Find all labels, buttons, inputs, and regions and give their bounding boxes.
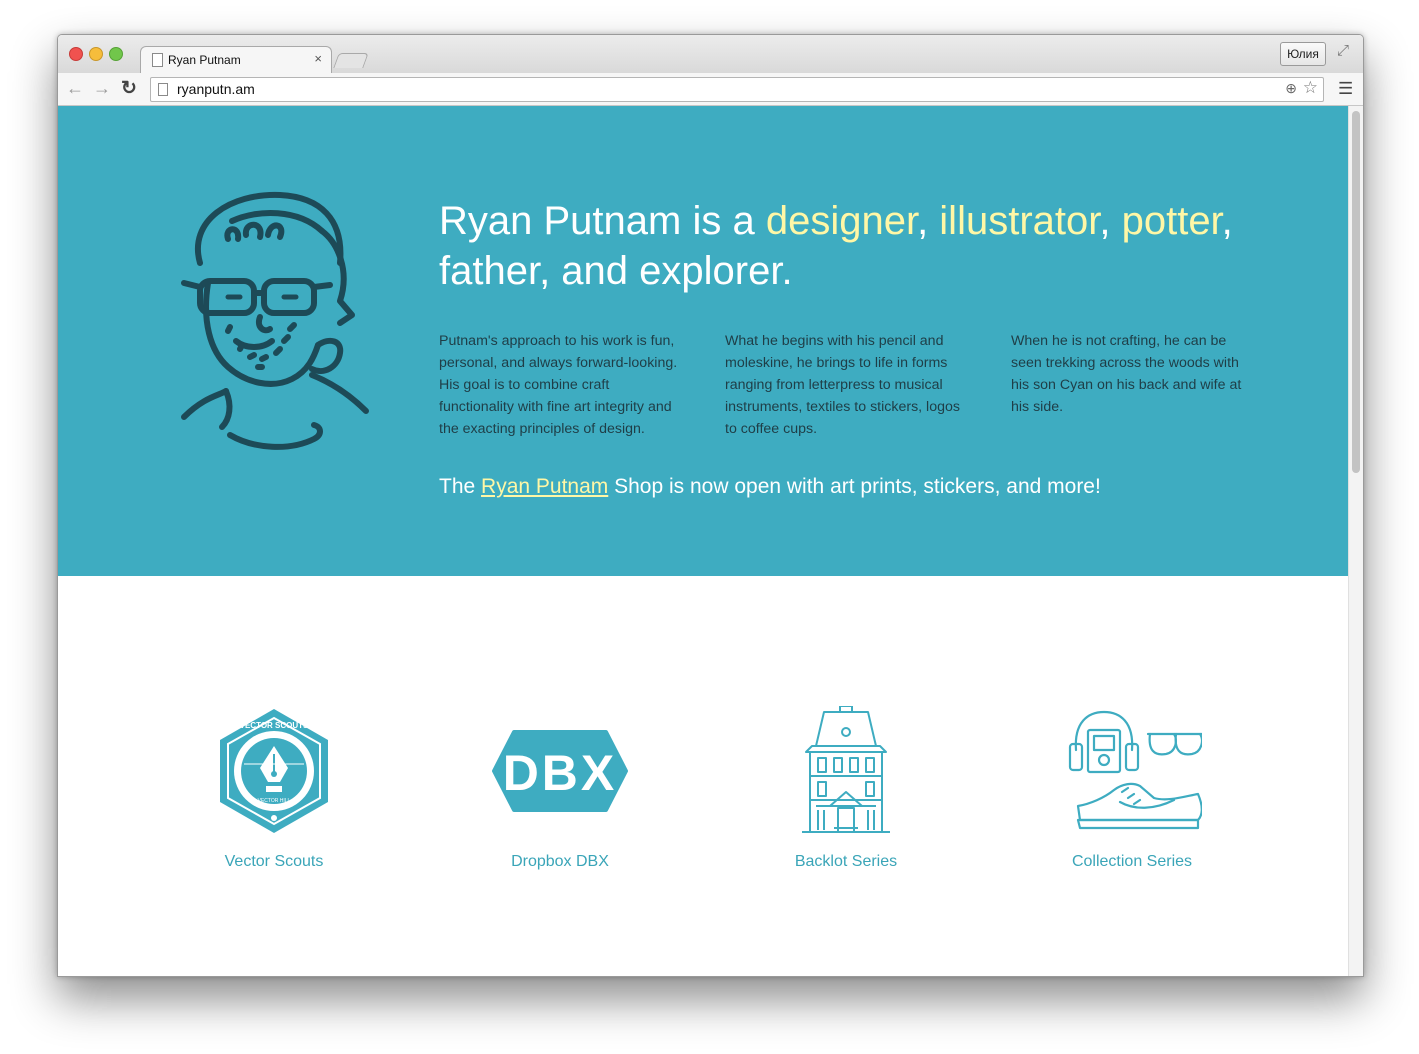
reload-icon[interactable]: ↻: [121, 77, 137, 100]
project-vector-scouts[interactable]: VECTOR HILL VECTOR SCOUTS Vector Scouts: [154, 706, 394, 871]
shop-suffix: Shop is now open with art prints, sticke…: [608, 475, 1101, 498]
headline-role-designer: designer: [765, 199, 918, 243]
page-icon: [158, 83, 168, 96]
project-dropbox-dbx[interactable]: DBX Dropbox DBX: [440, 706, 680, 871]
bio-column-work: What he begins with his pencil and moles…: [725, 333, 960, 437]
vector-scouts-badge-icon[interactable]: VECTOR HILL VECTOR SCOUTS: [204, 706, 344, 836]
minimize-window-button[interactable]: [89, 47, 103, 61]
tab-close-icon[interactable]: ×: [314, 51, 322, 66]
hero-section: Ryan Putnam is a designer, illustrator, …: [58, 106, 1348, 576]
portrait-illustration: [181, 191, 369, 450]
browser-window: Ryan Putnam × Юлия ⤢ ← → ↻ ryanputn.am ⊕…: [57, 34, 1364, 977]
scrollbar-thumb[interactable]: [1352, 111, 1360, 473]
tab-title: Ryan Putnam: [168, 53, 241, 67]
user-profile-button[interactable]: Юлия: [1280, 42, 1326, 66]
shop-announcement: The Ryan Putnam Shop is now open with ar…: [439, 475, 1239, 499]
browser-toolbar: ← → ↻ ryanputn.am ⊕ ☆ ☰: [58, 73, 1363, 106]
browser-tab[interactable]: Ryan Putnam ×: [140, 46, 332, 74]
victorian-house-icon[interactable]: [776, 706, 916, 836]
project-label[interactable]: Vector Scouts: [154, 853, 394, 871]
page-viewport: Ryan Putnam is a designer, illustrator, …: [58, 106, 1348, 976]
url-text[interactable]: ryanputn.am: [177, 81, 255, 97]
bio-column-approach: Putnam's approach to his work is fun, pe…: [439, 333, 678, 437]
headline-separator: ,: [917, 199, 940, 243]
dbx-text: DBX: [503, 745, 618, 801]
project-label[interactable]: Dropbox DBX: [440, 853, 680, 871]
zoom-icon[interactable]: ⊕: [1285, 80, 1297, 97]
badge-subtitle: VECTOR HILL: [258, 798, 291, 804]
shop-prefix: The: [439, 475, 482, 498]
shop-link[interactable]: Ryan Putnam: [481, 475, 608, 498]
fullscreen-icon[interactable]: ⤢: [1337, 42, 1349, 59]
title-bar: Ryan Putnam × Юлия ⤢: [58, 35, 1363, 74]
vertical-scrollbar[interactable]: [1348, 106, 1363, 976]
project-backlot-series[interactable]: Backlot Series: [726, 706, 966, 871]
new-tab-button[interactable]: [333, 53, 369, 68]
menu-icon[interactable]: ☰: [1338, 79, 1353, 99]
bio-column-personal: When he is not crafting, he can be seen …: [1011, 333, 1242, 415]
zoom-window-button[interactable]: [109, 47, 123, 61]
project-collection-series[interactable]: Collection Series: [1012, 706, 1252, 871]
dbx-hexagon-icon[interactable]: DBX: [490, 706, 630, 836]
hero-headline: Ryan Putnam is a designer, illustrator, …: [439, 196, 1259, 296]
address-bar[interactable]: ryanputn.am ⊕ ☆: [150, 77, 1324, 102]
headphones-sunglasses-sneaker-icon[interactable]: [1062, 706, 1202, 836]
project-label[interactable]: Collection Series: [1012, 853, 1252, 871]
headline-prefix: Ryan Putnam is a: [439, 199, 766, 243]
back-arrow-icon[interactable]: ←: [66, 78, 84, 99]
badge-title: VECTOR SCOUTS: [240, 721, 309, 730]
headline-role-illustrator: illustrator: [939, 199, 1100, 243]
close-window-button[interactable]: [69, 47, 83, 61]
page-icon: [152, 53, 163, 67]
project-label[interactable]: Backlot Series: [726, 853, 966, 871]
headline-role-potter: potter: [1121, 199, 1222, 243]
forward-arrow-icon[interactable]: →: [93, 78, 111, 99]
headline-separator: ,: [1099, 199, 1122, 243]
star-icon[interactable]: ☆: [1303, 78, 1318, 98]
